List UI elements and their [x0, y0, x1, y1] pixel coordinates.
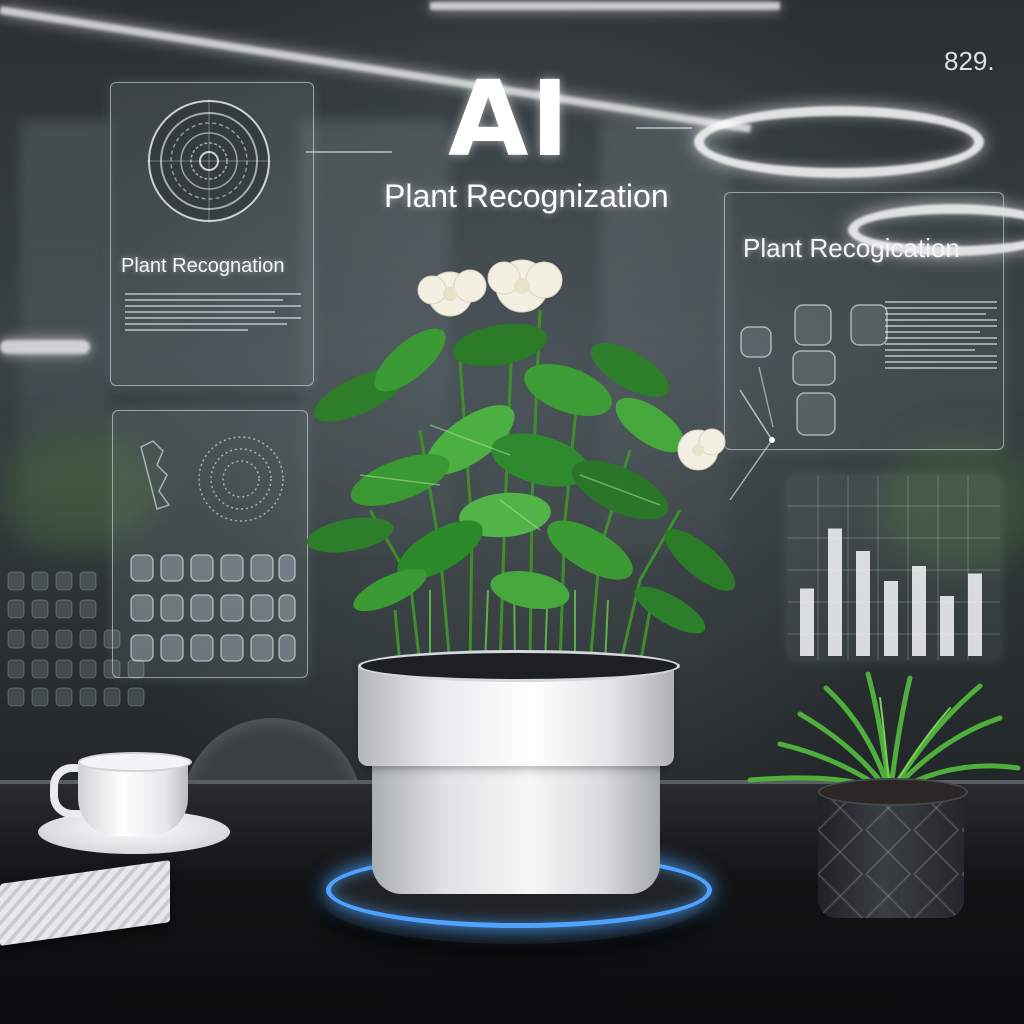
- bar-chart: [788, 476, 1000, 660]
- white-plant-pot: [372, 758, 660, 894]
- right-panel: Plant Recogication: [724, 192, 1004, 450]
- faint-grid-icon: [7, 571, 145, 707]
- chart-bar: [856, 551, 870, 656]
- chart-bar: [968, 573, 982, 656]
- text-lines: [125, 293, 301, 335]
- text-lines: [885, 301, 997, 373]
- fingerprint-icon: [145, 97, 273, 230]
- chart-bar: [940, 596, 954, 656]
- cup-rim: [78, 752, 192, 772]
- bar-chart-panel: [788, 476, 1000, 660]
- chart-bar: [800, 588, 814, 656]
- small-pot-soil: [818, 778, 968, 806]
- chart-bar: [912, 566, 926, 656]
- panel-label: Plant Recogication: [743, 233, 960, 263]
- scene: AI Plant Recognization 829. Plant Recogn…: [0, 0, 1024, 1024]
- chart-bar: [884, 581, 898, 656]
- left-panel-top: Plant Recognation: [110, 82, 314, 386]
- chart-bar: [828, 528, 842, 656]
- panel-label: Plant Recognation: [121, 255, 285, 277]
- pot-soil-opening: [358, 650, 680, 682]
- main-plant: [306, 259, 736, 666]
